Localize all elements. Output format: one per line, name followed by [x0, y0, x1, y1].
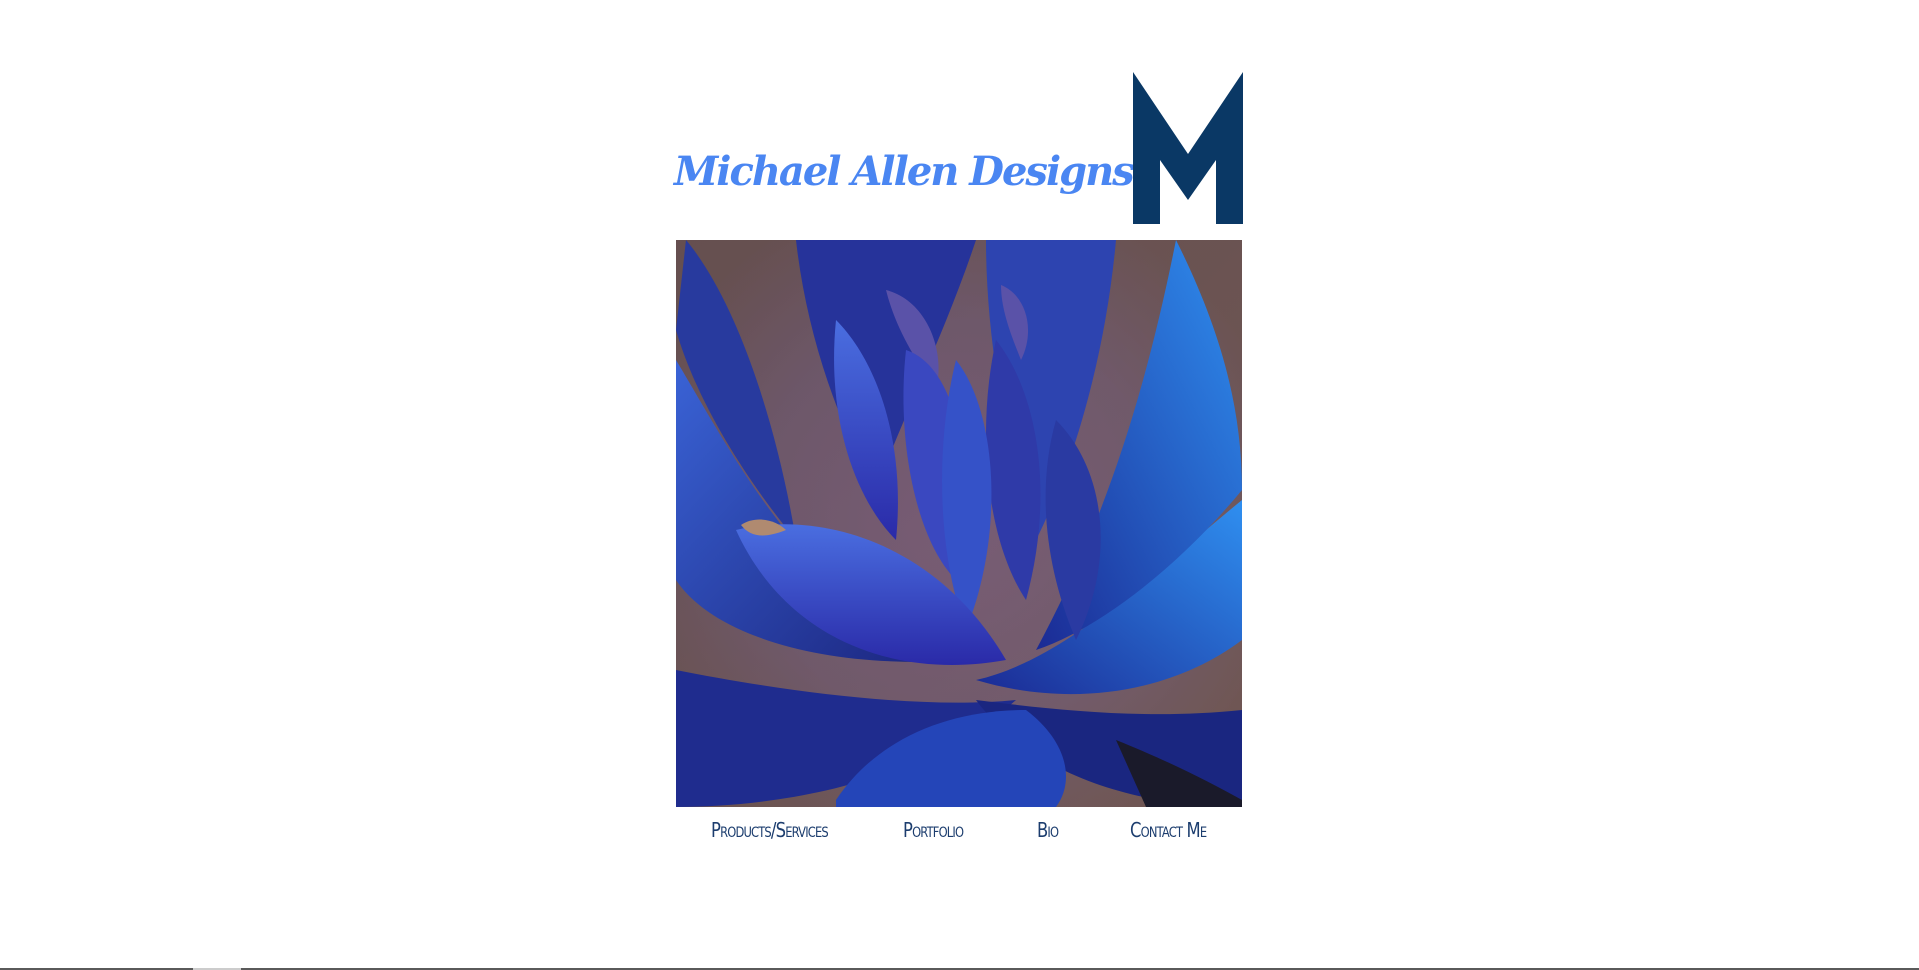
- main-nav: Products/Services Portfolio Bio Contact …: [676, 818, 1242, 852]
- blue-flower-sculpture-image: [676, 240, 1242, 807]
- nav-item-bio[interactable]: Bio: [1037, 818, 1059, 842]
- logo-m-icon[interactable]: [1133, 72, 1243, 224]
- nav-item-products-services[interactable]: Products/Services: [711, 818, 829, 842]
- site-title[interactable]: Michael Allen Designs: [674, 148, 1135, 195]
- nav-item-portfolio[interactable]: Portfolio: [903, 818, 964, 842]
- hero-image: [676, 240, 1242, 807]
- nav-item-contact-me[interactable]: Contact Me: [1130, 818, 1207, 842]
